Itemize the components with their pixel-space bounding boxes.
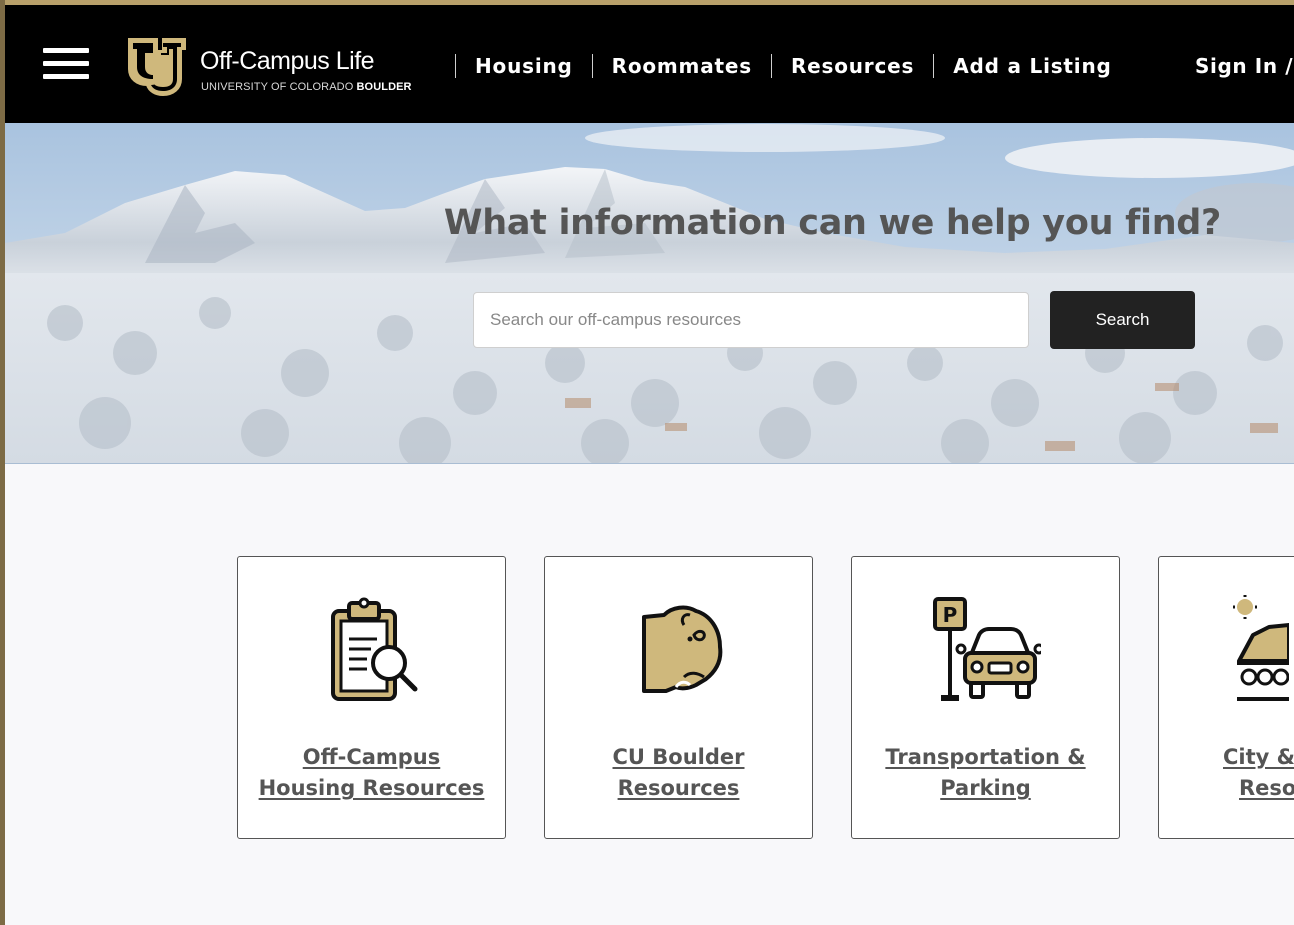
car-parking-icon: P	[932, 597, 1041, 701]
card-cu-boulder[interactable]: CU Boulder Resources	[544, 556, 813, 839]
brand-subtitle-university: UNIVERSITY OF COLORADO	[201, 81, 354, 93]
brand-title[interactable]: Off-Campus Life	[200, 47, 375, 76]
page: Off-Campus Life UNIVERSITY OF COLORADO B…	[5, 5, 1294, 925]
card-city-community[interactable]: City & C Resou	[1158, 556, 1294, 839]
resource-cards: Off-Campus Housing Resources CU Boulder …	[237, 556, 1294, 839]
site-header: Off-Campus Life UNIVERSITY OF COLORADO B…	[5, 5, 1294, 123]
nav-resources[interactable]: Resources	[772, 54, 933, 78]
cu-logo-icon[interactable]	[123, 35, 189, 97]
hero-title: What information can we help you find?	[443, 203, 1222, 243]
card-off-campus-housing[interactable]: Off-Campus Housing Resources	[237, 556, 506, 839]
sign-in-link[interactable]: Sign In / S	[1195, 54, 1294, 78]
buffalo-icon	[641, 605, 722, 693]
card-label[interactable]: Off-Campus Housing Resources	[238, 742, 505, 804]
nav-add-listing[interactable]: Add a Listing	[934, 54, 1130, 78]
search-button[interactable]: Search	[1050, 291, 1195, 349]
nav-housing[interactable]: Housing	[456, 54, 592, 78]
clipboard-search-icon	[330, 597, 417, 701]
card-label[interactable]: City & C Resou	[1223, 742, 1294, 804]
hamburger-menu-icon[interactable]	[43, 48, 89, 82]
search-input[interactable]	[473, 292, 1029, 348]
main-nav: Housing Roommates Resources Add a Listin…	[455, 51, 1131, 81]
svg-text:P: P	[942, 603, 957, 627]
city-mountain-icon	[1233, 595, 1289, 701]
card-label[interactable]: Transportation & Parking	[852, 742, 1119, 804]
card-label[interactable]: CU Boulder Resources	[545, 742, 812, 804]
card-transportation-parking[interactable]: P Transportation & Parking	[851, 556, 1120, 839]
nav-roommates[interactable]: Roommates	[593, 54, 771, 78]
hero-banner: What information can we help you find? S…	[5, 123, 1294, 464]
brand-subtitle: UNIVERSITY OF COLORADO BOULDER	[201, 81, 412, 93]
brand-subtitle-campus: BOULDER	[356, 81, 412, 93]
